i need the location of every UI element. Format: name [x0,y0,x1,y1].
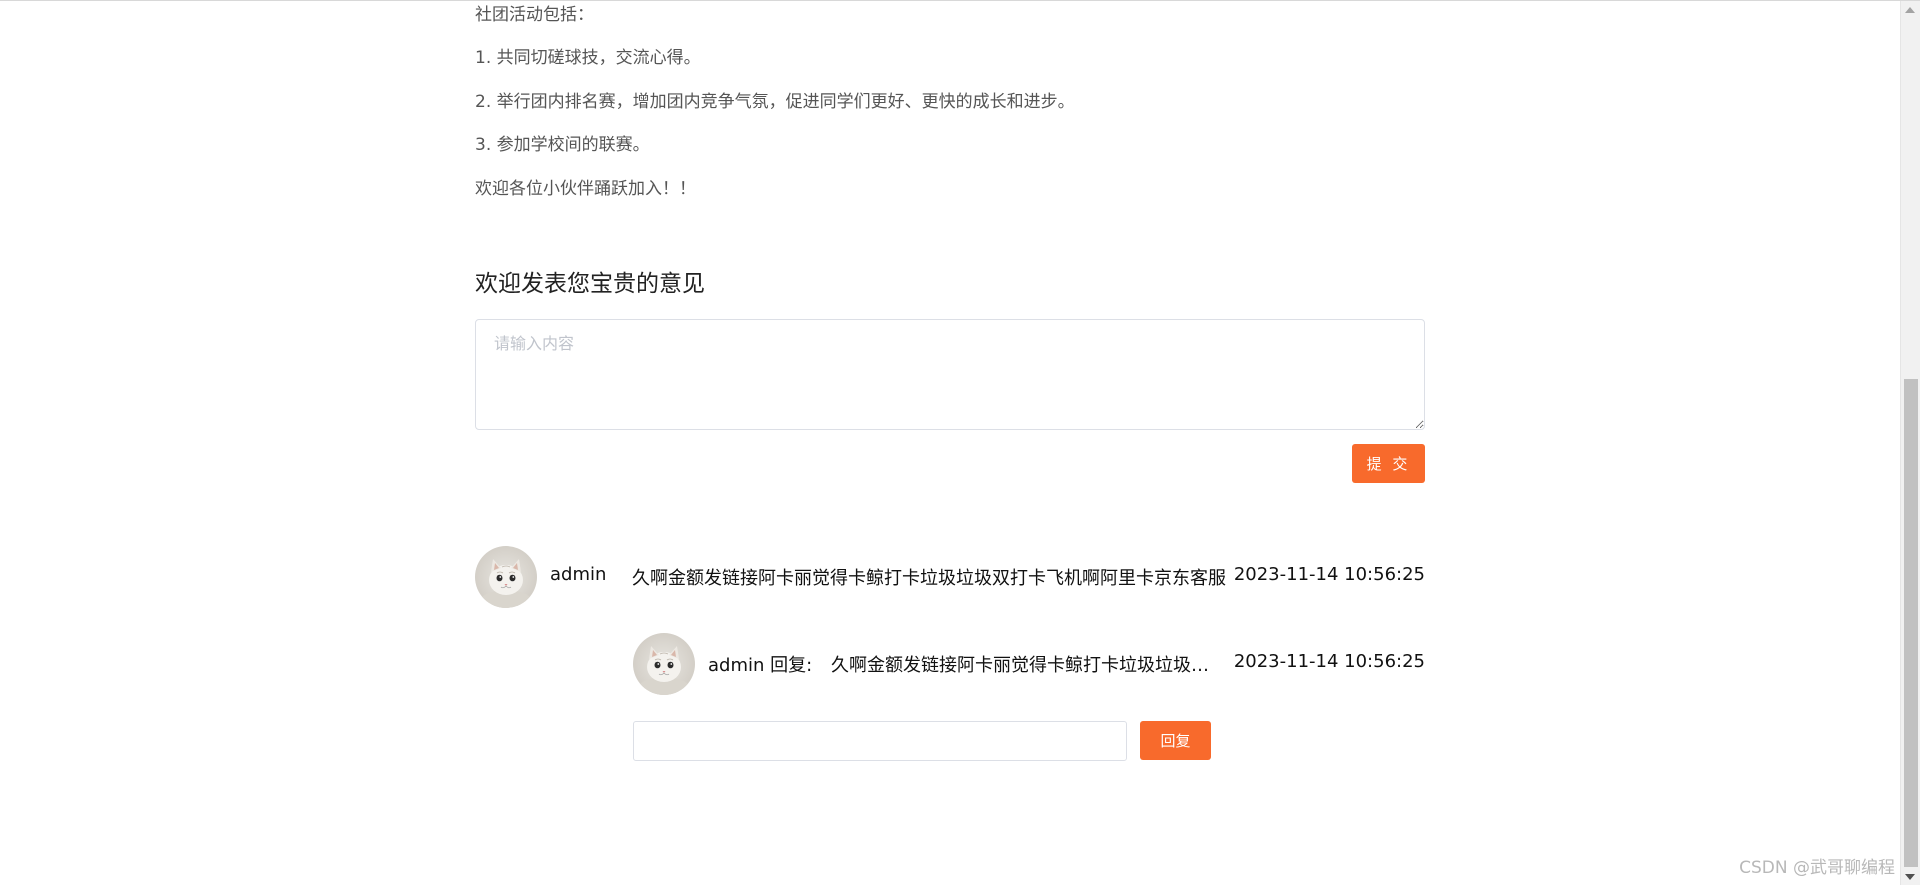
scroll-thumb[interactable] [1904,379,1918,867]
intro-line: 社团活动包括： [475,5,594,25]
submit-button[interactable]: 提 交 [1352,444,1425,483]
intro-line: 3. 参加学校间的联赛。 [475,135,650,155]
comment-username: admin [550,564,607,585]
reply-input[interactable] [633,721,1127,761]
cat-avatar-icon [475,546,537,608]
scroll-down-arrow-icon[interactable] [1905,874,1915,880]
reply-username: admin 回复: [708,655,813,676]
reply-item: admin 回复: 久啊金额发链接阿卡丽觉得卡鲸打卡垃圾垃圾双打卡飞机 2023… [633,633,1425,695]
comment-text: 久啊金额发链接阿卡丽觉得卡鲸打卡垃圾垃圾双打卡飞机啊阿里卡京东客服 [632,568,1226,589]
vertical-scrollbar[interactable] [1900,1,1920,885]
intro-line: 2. 举行团内排名赛，增加团内竞争气氛，促进同学们更好、更快的成长和进步。 [475,92,1075,112]
comment-time: 2023-11-14 10:56:25 [1233,564,1425,585]
comment-textarea[interactable] [475,319,1425,430]
csdn-watermark: CSDN @武哥聊编程 [1739,858,1895,878]
reply-button[interactable]: 回复 [1140,721,1211,760]
intro-line: 1. 共同切磋球技，交流心得。 [475,48,701,68]
page: 社团活动包括： 1. 共同切磋球技，交流心得。 2. 举行团内排名赛，增加团内竞… [0,0,1920,885]
reply-time: 2023-11-14 10:56:25 [1233,651,1425,672]
intro-line: 欢迎各位小伙伴踊跃加入！！ [475,179,696,199]
reply-text: 久啊金额发链接阿卡丽觉得卡鲸打卡垃圾垃圾双打卡飞机 [831,655,1226,676]
feedback-title: 欢迎发表您宝贵的意见 [475,271,705,297]
comment-item: admin 久啊金额发链接阿卡丽觉得卡鲸打卡垃圾垃圾双打卡飞机啊阿里卡京东客服 … [475,546,1425,608]
cat-avatar-icon [633,633,695,695]
scroll-up-arrow-icon[interactable] [1905,7,1915,13]
